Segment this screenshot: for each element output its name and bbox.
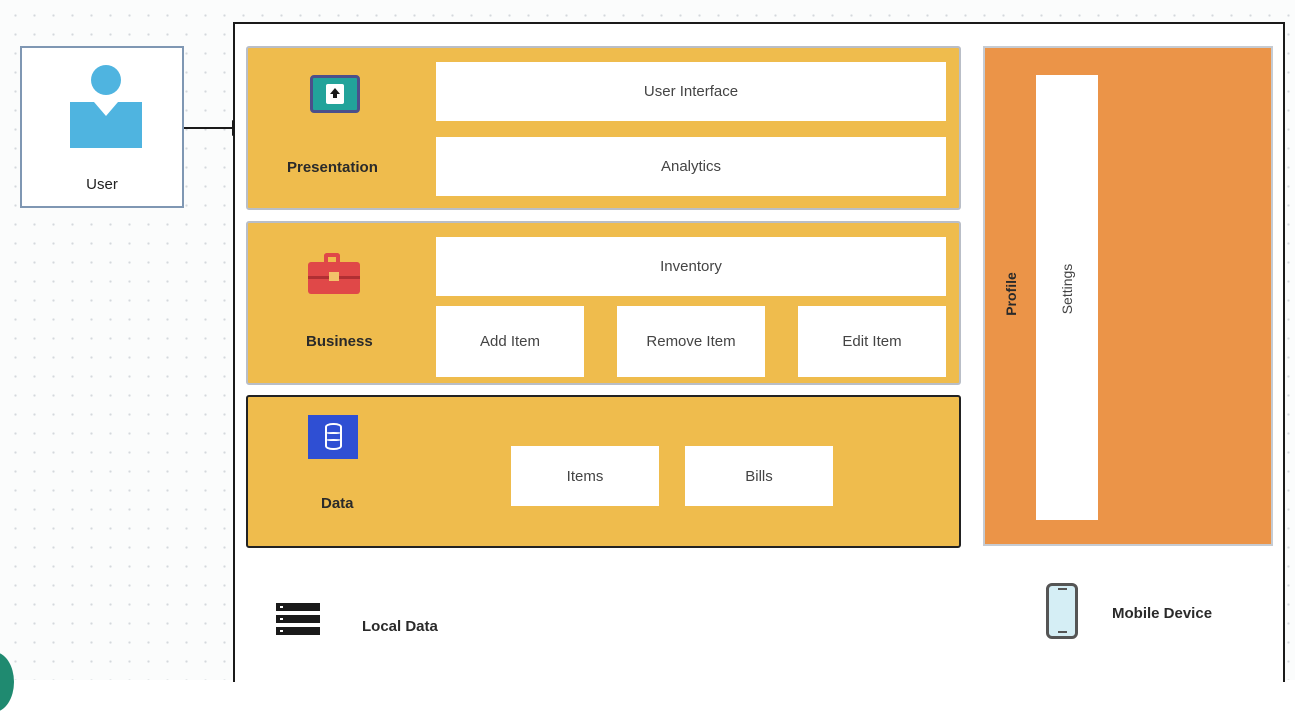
inventory-box[interactable]: Inventory [436,237,946,296]
profile-panel[interactable]: Profile Settings [983,46,1273,546]
settings-label: Settings [1059,263,1075,315]
user-label: User [86,176,118,193]
user-head-icon [91,65,121,95]
settings-box[interactable]: Settings [1036,75,1098,520]
edit-item-box[interactable]: Edit Item [798,306,946,377]
items-box[interactable]: Items [511,446,659,506]
monitor-upload-icon [310,75,360,113]
business-label: Business [306,333,373,350]
analytics-box[interactable]: Analytics [436,137,946,196]
mobile-phone-icon [1046,583,1078,639]
user-interface-box[interactable]: User Interface [436,62,946,121]
server-icon [276,603,320,635]
user-body-icon [70,102,142,148]
profile-label: Profile [1003,272,1019,316]
mobile-device-label: Mobile Device [1112,605,1213,622]
data-layer[interactable]: Data Items Bills [246,395,961,548]
database-icon [308,415,358,459]
user-actor[interactable]: User [20,46,184,208]
remove-item-box[interactable]: Remove Item [617,306,765,377]
data-label: Data [321,495,354,512]
add-item-box[interactable]: Add Item [436,306,584,377]
local-data-label: Local Data [362,618,438,635]
presentation-layer[interactable]: Presentation User Interface Analytics [246,46,961,210]
bills-box[interactable]: Bills [685,446,833,506]
business-layer[interactable]: Business Inventory Add Item Remove Item … [246,221,961,385]
presentation-label: Presentation [287,159,378,176]
user-connector-line[interactable] [184,127,234,129]
briefcase-icon [308,253,360,294]
